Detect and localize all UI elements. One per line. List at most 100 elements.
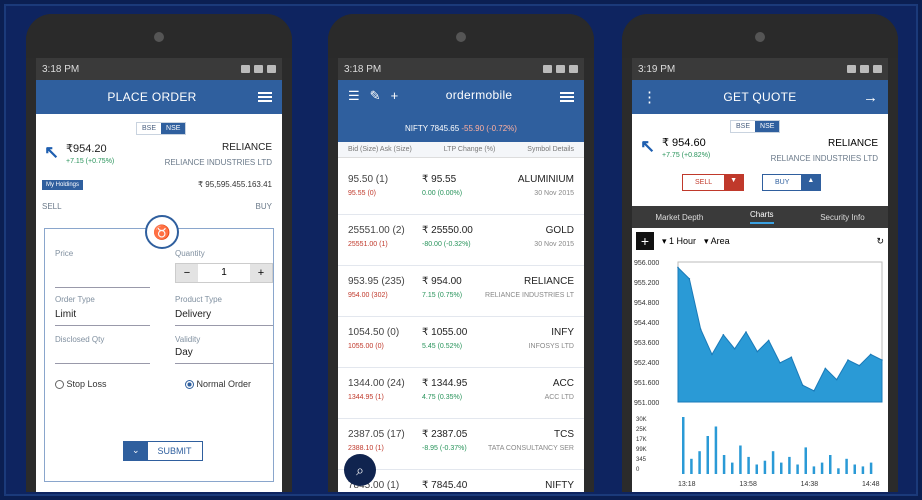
interval-select[interactable]: ▾ 1 Hour [662, 236, 696, 247]
price-point [733, 348, 736, 350]
list-item[interactable]: 25551.00 (2) 25551.00 (1) ₹ 25550.00 -80.00… [338, 215, 584, 266]
header-bid-ask: Bid (Size) Ask (Size) [348, 146, 412, 153]
price-value: ₹954.20 [66, 143, 107, 155]
get-quote-screen: 3:19 PM ⋮ GET QUOTE → BSE NSE ↖ ₹ 954.60… [632, 58, 888, 492]
sell-button[interactable]: SELL ▼ [682, 174, 745, 191]
price-point [767, 339, 770, 342]
chart-type-label[interactable]: Area [711, 236, 730, 246]
order-type-select[interactable]: Limit [55, 309, 76, 320]
chart-type-select[interactable]: ▾ Area [704, 236, 730, 247]
status-icons [543, 65, 578, 73]
tab-charts[interactable]: Charts [749, 210, 774, 224]
price-chart[interactable]: 956.000 955.200 954.800 954.400 953.600 952.4… [632, 252, 888, 492]
phone-bezel [622, 14, 898, 58]
quantity-value[interactable]: 1 [198, 264, 250, 282]
back-arrow-icon[interactable]: → [863, 89, 878, 106]
app-bar: PLACE ORDER [36, 80, 282, 114]
radio-selected-icon[interactable] [185, 380, 194, 390]
menu-icon[interactable] [257, 92, 272, 102]
bid-value: 1054.50 (0) [348, 327, 400, 338]
product-type-label: Product Type [175, 295, 222, 304]
phone-place-order: 3:18 PM PLACE ORDER BSE NSE ↖ ₹954.20 +7… [26, 14, 292, 492]
list-item[interactable]: 953.95 (235) 954.00 (302) ₹ 954.00 7.15 (0.… [338, 266, 584, 317]
volume-bar [771, 451, 775, 474]
stop-loss-radio[interactable]: Stop Loss [55, 379, 107, 390]
search-icon[interactable]: ⌕ [344, 454, 376, 486]
refresh-icon[interactable]: ↻ [876, 236, 884, 247]
increment-button[interactable]: + [250, 264, 272, 282]
header-ltp: LTP Change (%) [443, 146, 496, 153]
ltp-value: ₹ 25550.00 [422, 225, 473, 236]
disclosed-qty-input[interactable] [55, 363, 150, 364]
radio-icon[interactable] [55, 380, 64, 390]
exchange-bse[interactable]: BSE [137, 123, 161, 134]
buy-label[interactable]: BUY [763, 175, 801, 190]
submit-button[interactable]: ⌄ SUBMIT [123, 441, 203, 461]
symbol-value: RELIANCE [523, 276, 574, 287]
order-type-underline [55, 325, 150, 326]
volume-bar [714, 426, 718, 474]
symbol-value: ACC [552, 378, 574, 389]
my-holdings-button[interactable]: My Holdings [42, 180, 84, 190]
trend-up-icon: ↖ [640, 136, 656, 156]
tab-market-depth[interactable]: Market Depth [655, 213, 703, 222]
product-type-underline [175, 325, 273, 326]
volume-bar [820, 462, 824, 474]
menu-icon[interactable] [559, 92, 574, 102]
normal-order-radio[interactable]: Normal Order [185, 379, 251, 390]
price-value: ₹ 954.60 [662, 137, 706, 149]
price-point [779, 362, 781, 364]
sell-icon[interactable]: ▼ [724, 175, 744, 190]
add-indicator-icon[interactable]: + [636, 232, 654, 250]
list-item[interactable]: 1054.50 (0) 1055.00 (0) ₹ 1055.00 5.45 (0.5… [338, 317, 584, 368]
exchange-bse[interactable]: BSE [731, 121, 755, 132]
edit-icon[interactable]: ✎ [370, 88, 381, 104]
menu-list-icon[interactable]: ☰ [348, 88, 360, 104]
sell-label[interactable]: SELL [683, 175, 724, 190]
price-point [677, 266, 679, 269]
decrement-button[interactable]: − [176, 264, 198, 282]
submit-label[interactable]: SUBMIT [147, 442, 202, 460]
volume-bar [812, 466, 816, 474]
buy-icon[interactable]: ▲ [801, 175, 821, 190]
volume-bar [722, 455, 726, 474]
interval-label[interactable]: 1 Hour [669, 236, 696, 246]
page-title: ordermobile [445, 88, 513, 102]
details-value: 30 Nov 2015 [534, 190, 574, 197]
price-change: +7.75 (+0.82%) [662, 152, 711, 159]
exchange-toggle[interactable]: BSE NSE [136, 122, 187, 135]
ltp-line: ₹ 95,595.455.163.41 [197, 180, 272, 189]
change-value: 5.45 (0.52%) [422, 343, 463, 350]
bull-icon[interactable]: ♉ [145, 215, 179, 249]
price-point [869, 353, 872, 356]
list-item[interactable]: 2387.05 (17) 2388.10 (1) ₹ 2387.05 -8.95 (-… [338, 419, 584, 470]
phone-watchlist: 3:18 PM ☰ ✎ + ordermobile NIFTY 7845.65 … [328, 14, 594, 492]
chevron-down-icon[interactable]: ⌄ [124, 442, 148, 460]
price-input[interactable] [55, 287, 150, 288]
change-value: 4.75 (0.35%) [422, 394, 463, 401]
index-value: NIFTY 7845.65 [405, 123, 460, 133]
quote-tabs: Market Depth Charts Security Info [632, 206, 888, 228]
symbol-value: GOLD [545, 225, 574, 236]
quantity-stepper[interactable]: − 1 + [175, 263, 273, 283]
speaker-icon [456, 32, 466, 42]
product-type-select[interactable]: Delivery [175, 309, 211, 320]
list-item[interactable]: 95.50 (1) 95.55 (0) ₹ 95.55 0.00 (0.00%) ALU… [338, 164, 584, 215]
volume-tick-label: 30K [636, 417, 647, 423]
header-symbol: Symbol Details [527, 146, 574, 153]
buy-button[interactable]: BUY ▲ [762, 174, 822, 191]
price-point [756, 350, 759, 353]
company-name: RELIANCE INDUSTRIES LTD [770, 154, 878, 163]
tab-security-info[interactable]: Security Info [820, 213, 864, 222]
toolbar-actions: ☰ ✎ + [348, 88, 398, 104]
exchange-nse[interactable]: NSE [161, 123, 186, 134]
list-item[interactable]: 1344.00 (24) 1344.95 (1) ₹ 1344.95 4.75 (0.… [338, 368, 584, 419]
validity-select[interactable]: Day [175, 347, 193, 358]
volume-bar [788, 456, 791, 474]
exchange-toggle[interactable]: BSE NSE [730, 120, 781, 133]
add-icon[interactable]: + [391, 88, 399, 104]
price-label: Price [55, 249, 74, 258]
forward-arrow-icon[interactable]: ⋮ [642, 88, 657, 106]
exchange-nse[interactable]: NSE [755, 121, 780, 132]
page-title: PLACE ORDER [107, 90, 197, 104]
